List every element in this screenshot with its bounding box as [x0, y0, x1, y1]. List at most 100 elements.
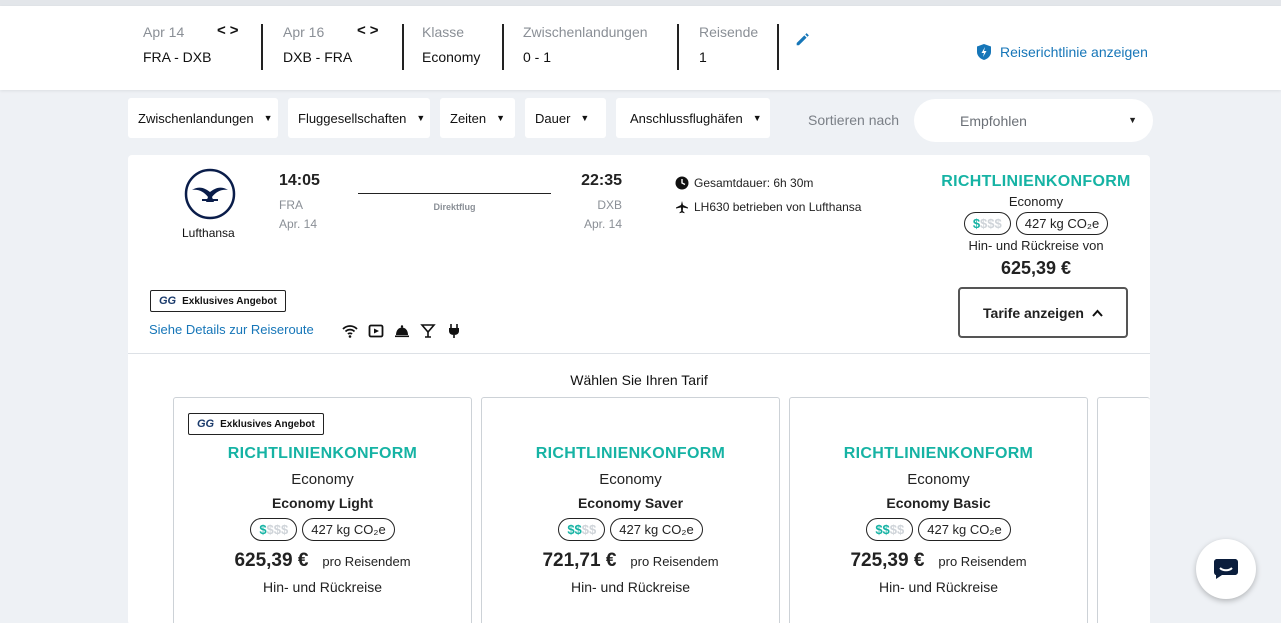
divider [128, 353, 1150, 354]
departure-time: 14:05 [279, 172, 320, 189]
fare-card[interactable]: RICHTLINIENKONFORM Economy Economy Basic… [789, 397, 1088, 623]
fare-name: Economy Basic [886, 495, 991, 511]
video-icon [368, 324, 384, 338]
filter-airlines[interactable]: Fluggesellschaften ▼ [288, 98, 430, 138]
exclusive-offer-label: Exklusives Angebot [182, 295, 277, 307]
power-plug-icon [449, 324, 459, 338]
fare-policy-status: RICHTLINIENKONFORM [227, 445, 418, 462]
operated-info: LH630 betrieben von Lufthansa [675, 200, 861, 214]
divider [261, 24, 263, 70]
class-segment[interactable]: Klasse Economy [422, 24, 502, 70]
sort-select[interactable]: Empfohlen ▼ [914, 99, 1153, 142]
travelers-value: 1 [699, 49, 707, 65]
gg-logo-icon: GG [159, 295, 177, 307]
leg2-segment[interactable]: Apr 16 DXB - FRA <> [283, 22, 393, 70]
chat-icon [1214, 559, 1238, 579]
co2-badge: 427 kg CO₂e [610, 518, 703, 541]
airline-name: Lufthansa [182, 226, 235, 240]
divider [502, 24, 504, 70]
wifi-icon [342, 325, 358, 338]
filter-connections-label: Anschlussflughäfen [630, 110, 743, 126]
chevron-up-icon [1092, 309, 1103, 317]
caret-down-icon: ▼ [263, 113, 273, 123]
filter-airlines-label: Fluggesellschaften [298, 110, 407, 126]
arrival-airport: DXB [597, 198, 622, 212]
per-traveler: pro Reisendem [938, 554, 1027, 569]
stops-label: Zwischenlandungen [523, 24, 648, 40]
lufthansa-logo [184, 168, 236, 220]
fare-cabin: Economy [907, 471, 970, 488]
stops-segment[interactable]: Zwischenlandungen 0 - 1 [523, 24, 673, 70]
travelers-segment[interactable]: Reisende 1 [699, 24, 769, 70]
divider [777, 24, 779, 70]
exclusive-offer-label: Exklusives Angebot [220, 418, 315, 430]
per-traveler: pro Reisendem [630, 554, 719, 569]
trip-type: Hin- und Rückreise [878, 579, 999, 595]
price-summary: RICHTLINIENKONFORM Economy $ $$$ 427 kg C… [938, 173, 1134, 279]
arrival-date: Apr. 14 [583, 217, 622, 231]
flight-result-card: Lufthansa 14:05 FRA Apr. 14 Direktflug 2… [128, 155, 1150, 623]
cost-level-badge: $$$$ [963, 212, 1011, 235]
itinerary-details-link[interactable]: Siehe Details zur Reiseroute [149, 322, 314, 337]
co2-badge: 427 kg CO₂e [1015, 212, 1109, 235]
trip-type: Hin- und Rückreise [570, 579, 691, 595]
departure-date: Apr. 14 [279, 217, 318, 231]
policy-link-label: Reiserichtlinie anzeigen [1000, 44, 1148, 60]
meal-cloche-icon [395, 325, 409, 338]
co2-badge: 427 kg CO₂e [302, 518, 395, 541]
leg2-date-arrows-icon[interactable]: <> [357, 22, 383, 39]
gg-logo-icon: GG [197, 418, 215, 430]
edit-pencil-icon[interactable] [794, 30, 812, 48]
fare-price: 725,39 € [850, 550, 925, 571]
fare-policy-status: RICHTLINIENKONFORM [843, 445, 1034, 462]
cost-level-badge: $$$$ [250, 518, 298, 541]
filter-connections[interactable]: Anschlussflughäfen ▼ [616, 98, 770, 138]
class-label: Klasse [422, 24, 465, 40]
filter-duration[interactable]: Dauer ▼ [525, 98, 606, 138]
cost-level-badge: $$$$ [866, 518, 914, 541]
fare-cabin: Economy [291, 471, 354, 488]
filter-stops[interactable]: Zwischenlandungen ▼ [128, 98, 278, 138]
cost-level-badge: $$$$ [558, 518, 606, 541]
flight-price: 625,39 € [1000, 258, 1072, 278]
cabin-class: Economy [1008, 194, 1064, 209]
search-summary-bar: Apr 14 FRA - DXB <> Apr 16 DXB - FRA <> … [0, 6, 1281, 90]
co2-badge: 427 kg CO₂e [918, 518, 1011, 541]
divider [677, 24, 679, 70]
fare-card[interactable]: GG Exklusives Angebot RICHTLINIENKONFORM… [173, 397, 472, 623]
exclusive-offer-badge: GG Exklusives Angebot [150, 290, 286, 312]
fare-card-partial[interactable] [1097, 397, 1150, 623]
cocktail-icon [420, 324, 436, 338]
roundtrip-from: Hin- und Rückreise von [968, 238, 1104, 253]
departure-airport: FRA [279, 198, 303, 212]
clock-icon [675, 176, 689, 190]
filter-times[interactable]: Zeiten ▼ [440, 98, 515, 138]
fare-policy-status: RICHTLINIENKONFORM [535, 445, 726, 462]
caret-down-icon: ▼ [580, 113, 590, 123]
leg1-route: FRA - DXB [143, 49, 212, 65]
route-line [358, 193, 551, 194]
exclusive-offer-badge: GG Exklusives Angebot [188, 413, 324, 435]
caret-down-icon: ▼ [496, 113, 506, 123]
show-fares-label: Tarife anzeigen [983, 304, 1084, 321]
duration-text: Gesamtdauer: 6h 30m [694, 176, 814, 190]
arrival-time: 22:35 [581, 172, 622, 189]
fare-card[interactable]: RICHTLINIENKONFORM Economy Economy Saver… [481, 397, 780, 623]
plane-icon [676, 201, 688, 214]
show-policy-link[interactable]: Reiserichtlinie anzeigen [976, 43, 1148, 61]
class-value: Economy [422, 49, 481, 65]
leg1-date-arrows-icon[interactable]: <> [217, 22, 243, 39]
trip-type: Hin- und Rückreise [262, 579, 383, 595]
chat-button[interactable] [1196, 539, 1256, 599]
stop-type: Direktflug [433, 202, 476, 212]
fare-price: 625,39 € [234, 550, 309, 571]
policy-status: RICHTLINIENKONFORM [941, 173, 1131, 190]
travelers-label: Reisende [699, 24, 759, 40]
filter-duration-label: Dauer [535, 110, 571, 126]
amenities [342, 323, 462, 339]
leg1-segment[interactable]: Apr 14 FRA - DXB <> [143, 22, 253, 70]
show-fares-button[interactable]: Tarife anzeigen [958, 287, 1128, 338]
duration-info: Gesamtdauer: 6h 30m [675, 176, 813, 190]
caret-down-icon: ▼ [416, 113, 426, 123]
fare-name: Economy Saver [577, 495, 684, 511]
